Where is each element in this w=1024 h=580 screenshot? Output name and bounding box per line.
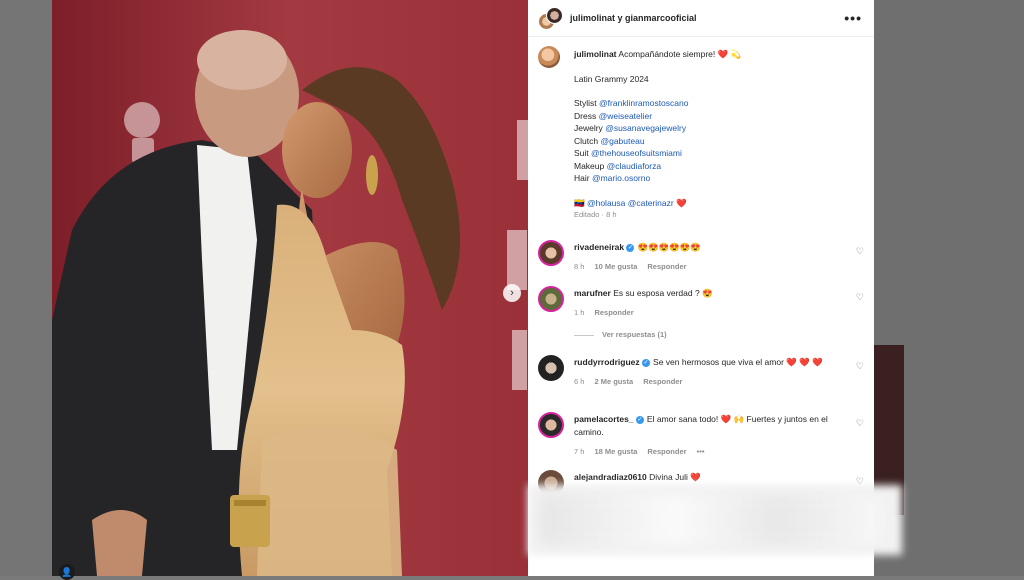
user-tag-icon[interactable]: 👤 — [59, 564, 75, 580]
caption-body: julimolinat Acompañándote siempre! ❤️ 💫 … — [574, 48, 864, 222]
reply-button[interactable]: Responder — [647, 447, 686, 456]
credit-handle[interactable]: @claudiaforza — [607, 161, 661, 171]
verified-icon: ✓ — [626, 243, 635, 252]
avatar[interactable] — [538, 355, 564, 381]
comment-text: Se ven hermosos que viva el amor ❤️ ❤️ ❤… — [653, 357, 823, 367]
comment-meta: 7 h 18 Me gusta Responder ••• — [574, 445, 836, 458]
credit-handle[interactable]: @mario.osorno — [592, 173, 650, 183]
credit-row: Stylist @franklinramostoscano — [574, 98, 689, 108]
comment-text: Es su esposa verdad ? 😍 — [613, 288, 713, 298]
comment-body: alejandradiaz0610 Divina Juli ❤️ — [574, 471, 836, 484]
next-photo-button[interactable]: › — [503, 284, 521, 302]
avatar-stack[interactable] — [538, 7, 563, 30]
credit-handle[interactable]: @susanavegajewelry — [605, 123, 686, 133]
reply-button[interactable]: Responder — [643, 377, 682, 386]
credit-handle[interactable]: @franklinramostoscano — [599, 98, 688, 108]
verified-icon: ✓ — [642, 358, 651, 367]
credit-row: Makeup @claudiaforza — [574, 160, 662, 171]
credit-row: Clutch @gabuteau — [574, 135, 645, 146]
post-accounts[interactable]: julimolinat y gianmarcooficial — [570, 13, 844, 23]
heart-icon[interactable]: ♡ — [856, 418, 864, 429]
comment-username[interactable]: ruddyrrodriguez — [574, 357, 640, 367]
comment-username[interactable]: marufner — [574, 288, 611, 298]
comment-text: 😍😍😍😍😍😍 — [637, 242, 701, 252]
credit-handle[interactable]: @thehouseofsuitsmiami — [591, 148, 682, 158]
post-header: julimolinat y gianmarcooficial ••• — [528, 0, 874, 37]
comment-text: Divina Juli ❤️ — [649, 472, 701, 482]
verified-icon: ✓ — [635, 415, 644, 424]
credit-row: Dress @weiseatelier — [574, 110, 653, 121]
heart-emoji: ❤️ — [676, 197, 687, 208]
reply-button[interactable]: Responder — [647, 262, 686, 271]
heart-icon[interactable]: ♡ — [856, 292, 864, 303]
chevron-right-icon: › — [510, 287, 514, 299]
comment-likes[interactable]: 10 Me gusta — [594, 262, 637, 271]
avatar[interactable] — [538, 240, 564, 266]
comment-username[interactable]: alejandradiaz0610 — [574, 472, 647, 482]
caption-text: Acompañándote siempre! — [618, 49, 716, 59]
comment-username[interactable]: rivadeneirak — [574, 242, 624, 252]
caption-emoji: ❤️ 💫 — [717, 49, 742, 59]
avatar[interactable] — [538, 46, 560, 68]
comment-meta: 8 h 10 Me gusta Responder — [574, 260, 836, 273]
comment-meta: 6 h 2 Me gusta Responder — [574, 375, 836, 388]
view-replies-button[interactable]: Ver respuestas (1) — [574, 330, 667, 339]
credit-row: Suit @thehouseofsuitsmiami — [574, 148, 682, 158]
avatar[interactable] — [538, 412, 564, 438]
caption-event: Latin Grammy 2024 — [574, 73, 649, 84]
credit-row: Jewelry @susanavegajewelry — [574, 123, 687, 133]
heart-icon[interactable]: ♡ — [856, 246, 864, 257]
credit-row: Hair @mario.osorno — [574, 173, 651, 183]
comment-body: ruddyrrodriguez ✓ Se ven hermosos que viv… — [574, 356, 836, 388]
more-icon[interactable]: ••• — [697, 447, 705, 456]
comment-time: 6 h — [574, 377, 585, 386]
comment-time: 1 h — [574, 308, 585, 317]
edited-timestamp: Editado · 8 h — [574, 210, 617, 219]
reply-button[interactable]: Responder — [594, 308, 633, 317]
comment-body: pamelacortes_ ✓ El amor sana todo! ❤️ 🙌 F… — [574, 413, 836, 458]
comment-time: 8 h — [574, 262, 585, 271]
comment-body: marufner Es su esposa verdad ? 😍 1 h Resp… — [574, 287, 836, 319]
avatar — [546, 7, 563, 24]
heart-icon[interactable]: ♡ — [856, 361, 864, 372]
comment-body: rivadeneirak ✓ 😍😍😍😍😍😍 8 h 10 Me gusta Respo… — [574, 241, 836, 273]
blurred-overlay — [540, 495, 880, 545]
tag-link[interactable]: @caterinazr — [628, 198, 674, 208]
post-photo[interactable] — [52, 0, 528, 576]
tag-link[interactable]: @holausa — [587, 198, 625, 208]
backdrop-left — [0, 0, 52, 576]
avatar[interactable] — [538, 286, 564, 312]
comment-username[interactable]: pamelacortes_ — [574, 414, 634, 424]
caption-username[interactable]: julimolinat — [574, 49, 617, 59]
credit-handle[interactable]: @weiseatelier — [599, 111, 653, 121]
red-carpet-photo — [52, 0, 528, 576]
caption-tags: 🇻🇪 @holausa @caterinazr ❤️ — [574, 197, 864, 210]
more-icon[interactable]: ••• — [844, 10, 862, 26]
comment-meta: 1 h Responder — [574, 306, 836, 319]
comment-likes[interactable]: 18 Me gusta — [594, 447, 637, 456]
credit-handle[interactable]: @gabuteau — [600, 136, 644, 146]
flag-icon: 🇻🇪 — [574, 197, 585, 208]
comment-time: 7 h — [574, 447, 585, 456]
comment-likes[interactable]: 2 Me gusta — [594, 377, 633, 386]
